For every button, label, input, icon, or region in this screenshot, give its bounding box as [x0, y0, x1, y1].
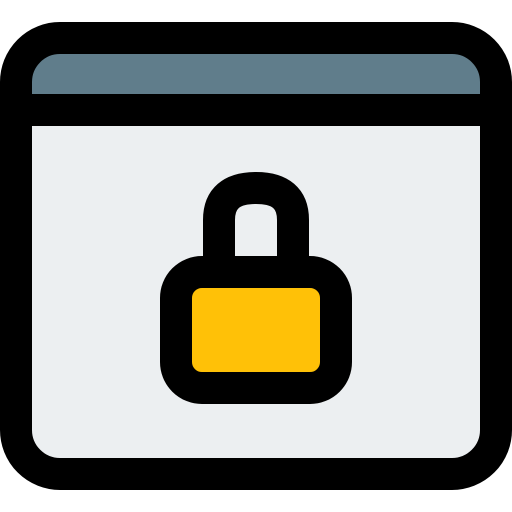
- lock-body: [160, 256, 352, 404]
- secure-browser-lock-icon: [0, 22, 512, 490]
- icon-canvas: [0, 0, 512, 512]
